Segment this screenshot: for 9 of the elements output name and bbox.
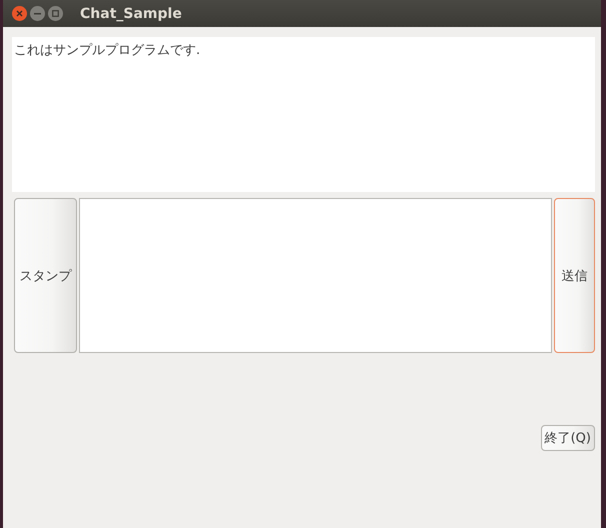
- quit-button[interactable]: 終了(Q): [540, 425, 595, 451]
- maximize-icon[interactable]: [48, 6, 63, 21]
- close-icon[interactable]: [12, 6, 27, 21]
- message-field[interactable]: [79, 198, 552, 353]
- window-title: Chat_Sample: [80, 6, 182, 22]
- log-message: これはサンプルプログラムです.: [14, 43, 200, 58]
- send-button[interactable]: 送信: [554, 198, 595, 353]
- stamp-button[interactable]: スタンプ: [14, 198, 77, 353]
- minimize-icon[interactable]: [30, 6, 45, 21]
